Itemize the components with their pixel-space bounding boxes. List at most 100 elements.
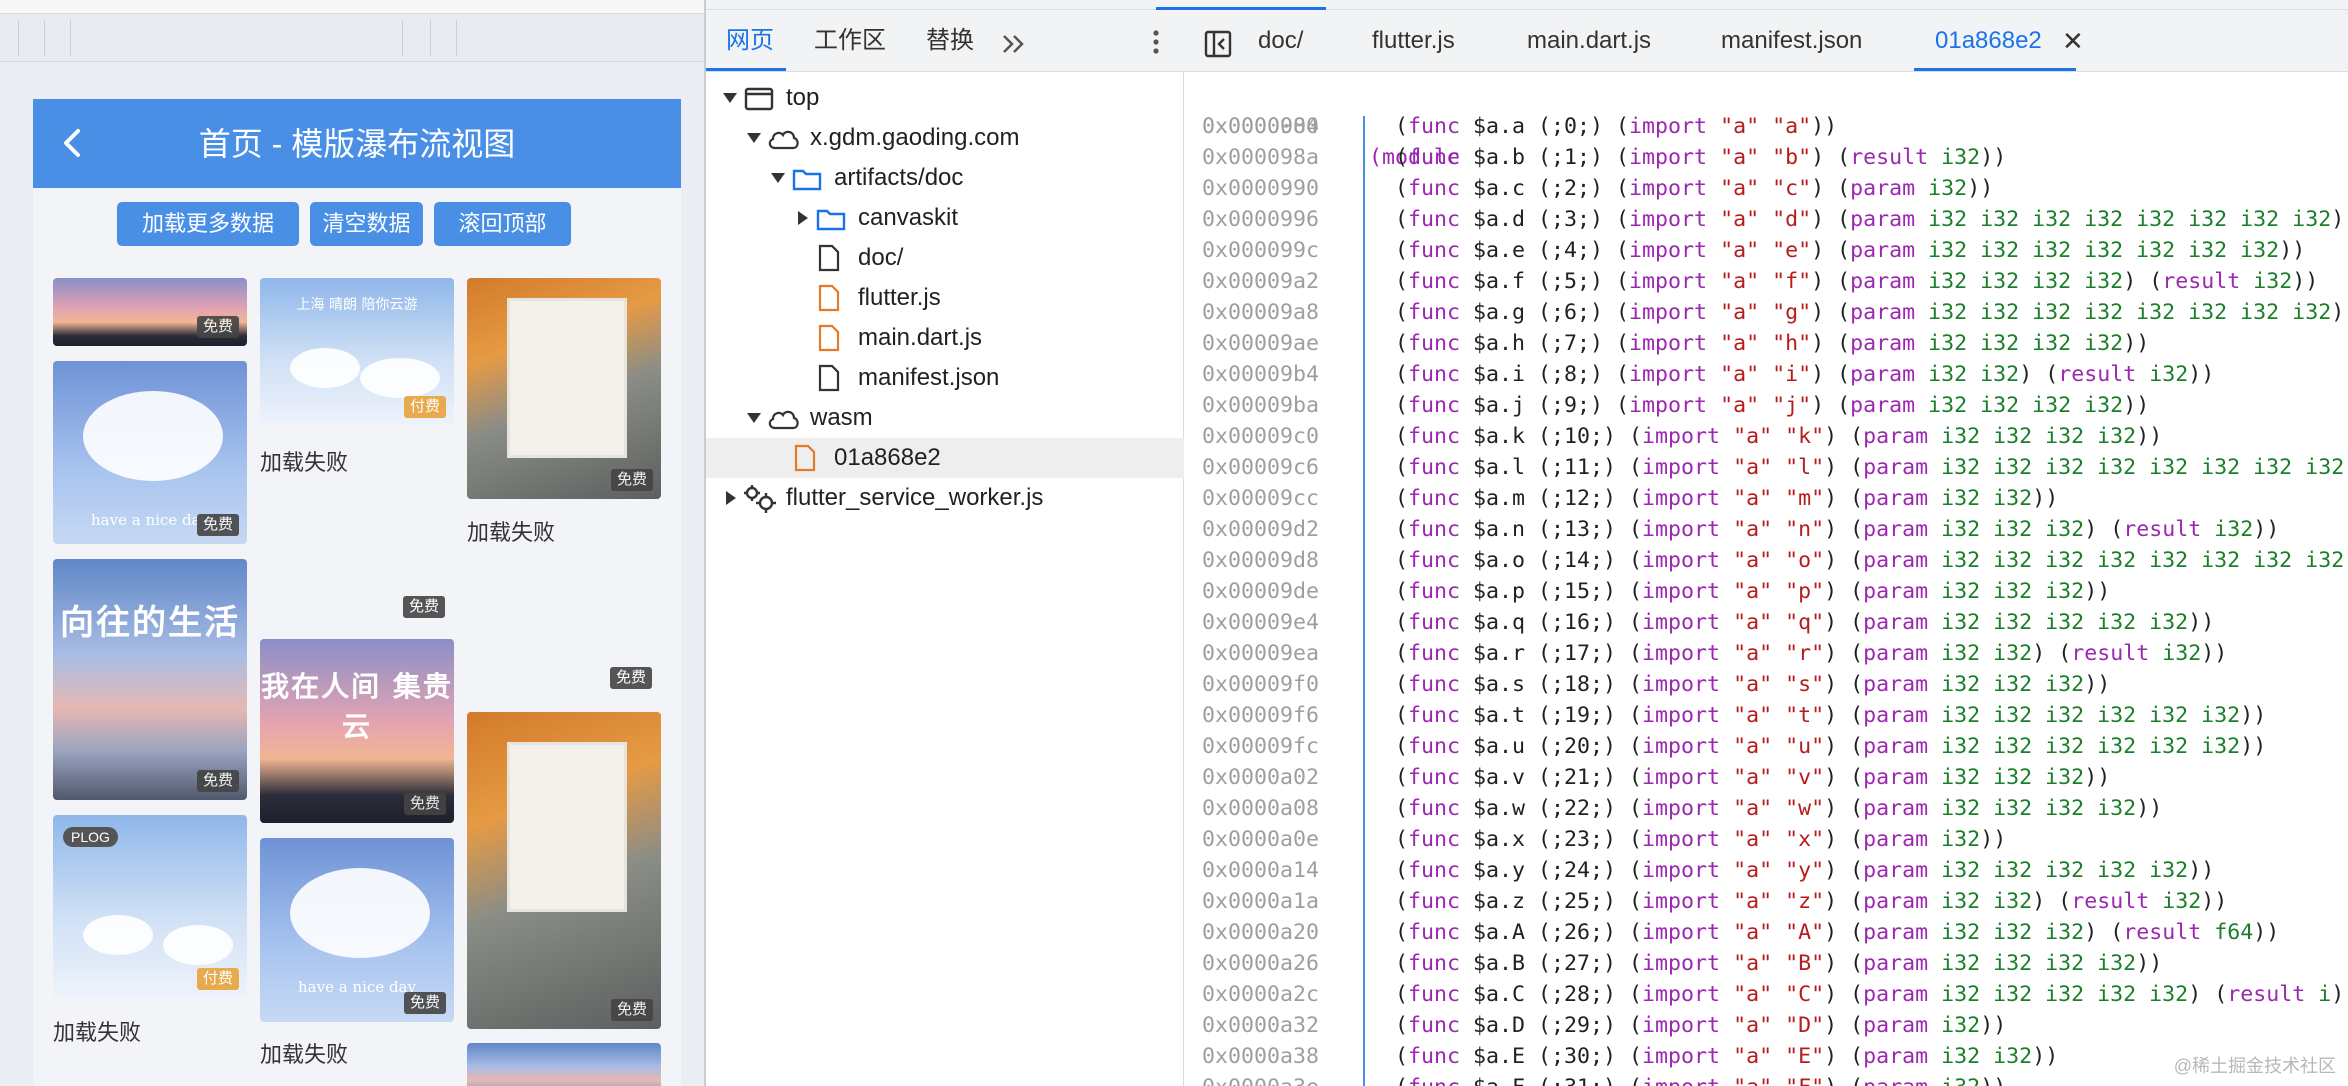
tree-label: 01a868e2 — [834, 444, 941, 471]
template-card[interactable]: 上海 晴朗 陪你云游 付费 — [260, 278, 454, 426]
tab-page[interactable]: 网页 — [726, 24, 774, 58]
line-address: 0x00009e4 — [1202, 610, 1320, 635]
free-badge: 免费 — [610, 469, 653, 491]
tree-item-wasm[interactable]: wasm — [706, 398, 1184, 438]
line-address: 0x00009ea — [1202, 641, 1320, 666]
tree-item-service-worker[interactable]: flutter_service_worker.js — [706, 478, 1184, 518]
line-address: 0x00009cc — [1202, 486, 1320, 511]
chevron-double-right-icon[interactable] — [1000, 32, 1028, 56]
editor-tab-flutter-js[interactable]: flutter.js — [1372, 24, 1455, 58]
tree-item-top[interactable]: top — [706, 78, 1184, 118]
code-line: 0x0000a1a (func $a.z (;25;) (import "a" … — [1184, 886, 2348, 917]
collapsed-arrow-icon[interactable] — [720, 478, 740, 518]
line-address: 0x00009b4 — [1202, 362, 1320, 387]
line-text: (func $a.l (;11;) (import "a" "l") (para… — [1369, 455, 2348, 480]
expanded-arrow-icon[interactable] — [744, 118, 764, 158]
code-line: 0x00009d2 (func $a.n (;13;) (import "a" … — [1184, 514, 2348, 545]
load-more-button[interactable]: 加载更多数据 — [117, 202, 299, 246]
expanded-arrow-icon[interactable] — [720, 78, 740, 118]
code-line: 0x0000a2c (func $a.C (;28;) (import "a" … — [1184, 979, 2348, 1010]
source-editor: doc/ flutter.js main.dart.js manifest.js… — [1184, 10, 2348, 1086]
load-failed-label: 加载失败 — [260, 1042, 349, 1067]
code-line: 0x000098a (func $a.b (;1;) (import "a" "… — [1184, 142, 2348, 173]
template-card[interactable] — [467, 1043, 661, 1086]
template-card[interactable]: 免费 — [467, 712, 661, 1029]
close-tab-icon[interactable]: ✕ — [2062, 24, 2084, 58]
line-text: (func $a.f (;5;) (import "a" "f") (param… — [1369, 269, 2319, 294]
load-failed-label: 加载失败 — [467, 520, 556, 545]
devtools-toolbar-remnant — [0, 0, 704, 14]
free-badge: 免费 — [403, 596, 446, 618]
code-line: 0x00009fc (func $a.u (;20;) (import "a" … — [1184, 731, 2348, 762]
tree-item-manifest-json[interactable]: manifest.json — [706, 358, 1184, 398]
editor-tab-wasm[interactable]: 01a868e2 — [1935, 24, 2042, 58]
line-address: 0x0000a1a — [1202, 889, 1320, 914]
scroll-top-button[interactable]: 滚回顶部 — [434, 202, 571, 246]
tree-label: doc/ — [858, 244, 904, 271]
script-file-icon — [818, 284, 840, 312]
code-line: 0x0000996 (func $a.d (;3;) (import "a" "… — [1184, 204, 2348, 235]
line-address: 0x0000996 — [1202, 207, 1320, 232]
code-line: 0x00009a2 (func $a.f (;5;) (import "a" "… — [1184, 266, 2348, 297]
code-line: 0x00009f0 (func $a.s (;18;) (import "a" … — [1184, 669, 2348, 700]
tree-item-wasm-file[interactable]: 01a868e2 — [706, 438, 1184, 478]
tab-overrides[interactable]: 替换 — [926, 24, 974, 58]
code-line: 0x0000a32 (func $a.D (;29;) (import "a" … — [1184, 1010, 2348, 1041]
free-badge: 免费 — [196, 770, 239, 792]
free-badge: 免费 — [610, 999, 653, 1021]
template-card[interactable]: 向往的生活 免费 — [53, 559, 247, 800]
load-failed-label: 加载失败 — [53, 1020, 142, 1045]
line-text: (func $a.h (;7;) (import "a" "h") (param… — [1369, 331, 2150, 356]
code-line: 0x0000a02 (func $a.v (;21;) (import "a" … — [1184, 762, 2348, 793]
device-preview-pane: 首页 - 模版瀑布流视图 加载更多数据 清空数据 滚回顶部 免费 have a … — [0, 0, 704, 1086]
line-address: 0x00009ba — [1202, 393, 1320, 418]
folder-icon — [816, 209, 846, 231]
line-text: (func $a.b (;1;) (import "a" "b") (resul… — [1369, 145, 2007, 170]
editor-tabs: doc/ flutter.js main.dart.js manifest.js… — [1184, 10, 2348, 72]
more-vert-icon[interactable] — [1144, 28, 1168, 56]
tree-item-artifacts-folder[interactable]: artifacts/doc — [706, 158, 1184, 198]
code-line: 0x0000984 (func $a.a (;0;) (import "a" "… — [1184, 111, 2348, 142]
template-card[interactable]: 免费 — [467, 278, 661, 499]
clear-data-button[interactable]: 清空数据 — [310, 202, 423, 246]
tree-item-flutter-js[interactable]: flutter.js — [706, 278, 1184, 318]
template-card[interactable]: have a nice day 免费 — [260, 838, 454, 1022]
line-address: 0x00009d8 — [1202, 548, 1320, 573]
expanded-arrow-icon[interactable] — [744, 398, 764, 438]
line-address: 0x0000a3e — [1202, 1072, 1319, 1086]
line-text: (func $a.a (;0;) (import "a" "a")) — [1369, 114, 1838, 139]
toggle-navigator-icon[interactable] — [1204, 30, 1232, 58]
code-line: 0x00009d8 (func $a.o (;14;) (import "a" … — [1184, 545, 2348, 576]
tree-item-canvaskit-folder[interactable]: canvaskit — [706, 198, 1184, 238]
code-line: 0x00009ba (func $a.j (;9;) (import "a" "… — [1184, 390, 2348, 421]
tree-item-doc-file[interactable]: doc/ — [706, 238, 1184, 278]
tab-workspace[interactable]: 工作区 — [814, 24, 886, 58]
code-line: 0x00009c6 (func $a.l (;11;) (import "a" … — [1184, 452, 2348, 483]
paid-badge: 付费 — [403, 396, 446, 418]
editor-tab-main-dart-js[interactable]: main.dart.js — [1527, 24, 1651, 58]
phone-screen: 首页 - 模版瀑布流视图 加载更多数据 清空数据 滚回顶部 免费 have a … — [33, 99, 681, 1086]
tree-item-domain[interactable]: x.gdm.gaoding.com — [706, 118, 1184, 158]
code-view[interactable]: 0x0000000 (module 0x0000984 (func $a.a (… — [1184, 80, 2348, 1086]
template-card[interactable]: 免费 — [53, 278, 247, 346]
card-title: 我在人间 集贵云 — [261, 670, 453, 743]
template-card[interactable]: have a nice day 免费 — [53, 361, 247, 544]
code-line: 0x00009ea (func $a.r (;17;) (import "a" … — [1184, 638, 2348, 669]
device-toolbar — [0, 14, 704, 62]
template-card[interactable]: 我在人间 集贵云 免费 — [260, 639, 454, 823]
line-address: 0x0000a26 — [1202, 951, 1320, 976]
line-text: (func $a.k (;10;) (import "a" "k") (para… — [1369, 424, 2163, 449]
line-text: (func $a.D (;29;) (import "a" "D") (para… — [1369, 1013, 2007, 1038]
code-line: 0x00009ae (func $a.h (;7;) (import "a" "… — [1184, 328, 2348, 359]
template-card[interactable]: PLOG 付费 — [53, 815, 247, 998]
free-badge: 免费 — [403, 793, 446, 815]
expanded-arrow-icon[interactable] — [768, 158, 788, 198]
collapsed-arrow-icon[interactable] — [792, 198, 812, 238]
line-address: 0x0000a20 — [1202, 920, 1320, 945]
cloud-icon — [768, 410, 799, 430]
code-line: 0x00009c0 (func $a.k (;10;) (import "a" … — [1184, 421, 2348, 452]
tree-item-main-dart-js[interactable]: main.dart.js — [706, 318, 1184, 358]
code-line: 0x00009e4 (func $a.q (;16;) (import "a" … — [1184, 607, 2348, 638]
editor-tab-doc[interactable]: doc/ — [1258, 24, 1303, 58]
editor-tab-manifest[interactable]: manifest.json — [1721, 24, 1862, 58]
